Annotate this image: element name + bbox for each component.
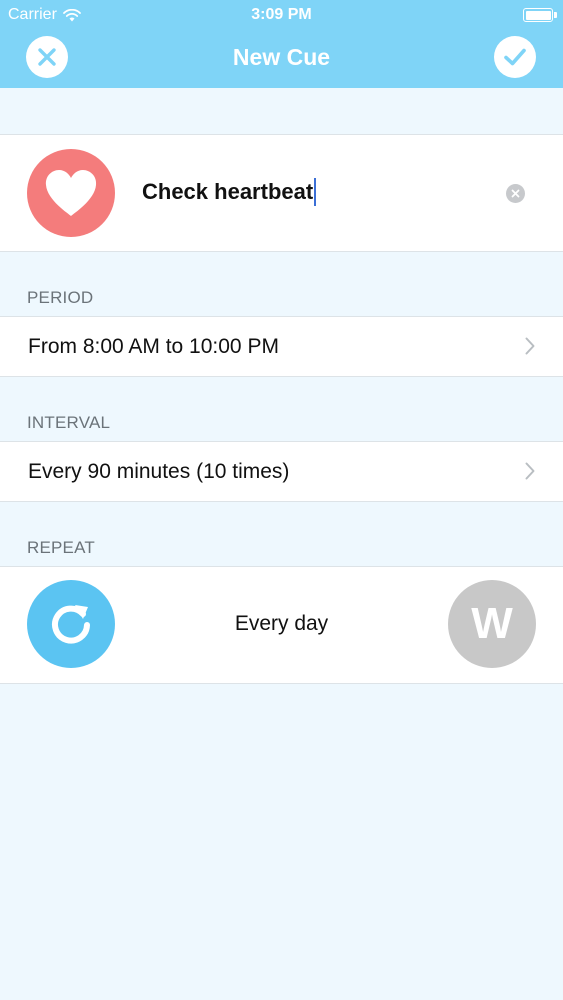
checkmark-icon xyxy=(504,48,526,66)
clear-text-button[interactable] xyxy=(506,184,525,203)
interval-value: Every 90 minutes (10 times) xyxy=(28,460,290,483)
cue-name-text: Check heartbeat xyxy=(142,179,314,204)
header: Carrier 3:09 PM New Cue xyxy=(0,0,563,88)
chevron-right-icon xyxy=(525,462,535,480)
repeat-row: Every day W xyxy=(0,566,563,684)
weekday-button[interactable]: W xyxy=(448,580,536,668)
interval-row[interactable]: Every 90 minutes (10 times) xyxy=(0,441,563,502)
chevron-right-icon xyxy=(525,337,535,355)
cue-icon-button[interactable] xyxy=(27,149,115,237)
period-section-label: PERIOD xyxy=(27,288,94,307)
confirm-button[interactable] xyxy=(494,36,536,78)
status-bar: Carrier 3:09 PM xyxy=(0,0,563,30)
page-title: New Cue xyxy=(232,44,331,70)
text-cursor xyxy=(314,178,317,206)
period-row[interactable]: From 8:00 AM to 10:00 PM xyxy=(0,316,563,377)
heart-icon xyxy=(45,170,97,216)
repeat-section-label: REPEAT xyxy=(27,538,95,557)
interval-section-label: INTERVAL xyxy=(27,413,111,432)
battery-icon xyxy=(523,8,557,22)
clear-icon xyxy=(511,189,520,198)
cue-row: Check heartbeat xyxy=(0,134,563,252)
status-time: 3:09 PM xyxy=(251,6,312,23)
cue-name-input[interactable]: Check heartbeat xyxy=(142,175,482,209)
period-value: From 8:00 AM to 10:00 PM xyxy=(28,335,279,358)
